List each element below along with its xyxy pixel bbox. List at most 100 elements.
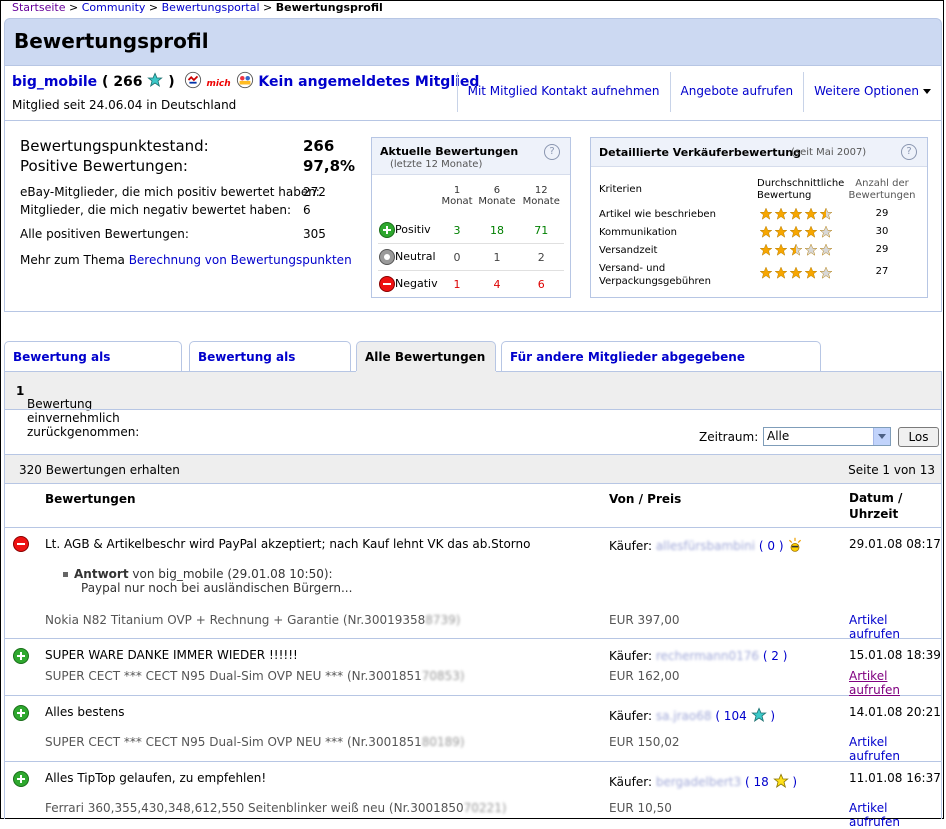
- bullet-icon: [63, 572, 68, 577]
- view-item-link[interactable]: Artikel aufrufen: [849, 735, 941, 763]
- item-title: SUPER CECT *** CECT N95 Dual-Sim OVP NEU…: [45, 669, 465, 683]
- me-page-icon[interactable]: mich: [206, 79, 230, 89]
- buyer-score[interactable]: ( 2 ): [763, 649, 788, 663]
- criterion-label: Versandzeit: [599, 245, 658, 256]
- star-icon: [774, 225, 788, 239]
- filter-bar: Zeitraum: Alle Los: [4, 409, 942, 455]
- period-label: Zeitraum:: [699, 430, 759, 444]
- view-item-link[interactable]: Artikel aufrufen: [849, 613, 941, 641]
- breadcrumb-portal[interactable]: Bewertungsportal: [162, 1, 260, 14]
- neg-6m: 4: [493, 277, 501, 291]
- neg-12m: 6: [537, 277, 545, 291]
- tab-all[interactable]: Alle Bewertungen: [356, 341, 496, 372]
- tab-buyer[interactable]: Bewertung als Käufer: [189, 341, 351, 394]
- star-icon: [819, 243, 833, 257]
- col-12-months: 12 Monate: [522, 185, 560, 207]
- member-score-close: ): [168, 74, 175, 90]
- star-icon: [819, 225, 833, 239]
- contact-member-link[interactable]: Mit Mitglied Kontakt aufnehmen: [456, 72, 670, 112]
- col-time-label: Uhrzeit: [849, 507, 899, 521]
- more-options-label: Weitere Optionen: [814, 84, 919, 98]
- col-from-price: Von / Preis: [609, 492, 682, 506]
- period-select[interactable]: Alle: [763, 427, 891, 446]
- criterion-label: Kommunikation: [599, 227, 678, 238]
- yellow-star-icon: [772, 773, 789, 792]
- star-rating: [759, 243, 834, 260]
- rating-date: 29.01.08 08:17: [849, 537, 941, 551]
- item-number-hidden: 70221): [463, 801, 507, 815]
- member-group-icon: [236, 71, 254, 93]
- buyer-name-link[interactable]: rechermann0176: [656, 649, 759, 663]
- buyer-score-close[interactable]: ): [792, 775, 797, 789]
- item-title-text: SUPER CECT *** CECT N95 Dual-Sim OVP NEU…: [45, 669, 422, 683]
- buyer-name-link[interactable]: bergadelbert3: [656, 775, 741, 789]
- criterion-label: Versand- und Verpackungsgebühren: [599, 263, 711, 287]
- col-ratings: Bewertungen: [45, 492, 136, 506]
- star-icon: [804, 207, 818, 221]
- rating-text: SUPER WARE DANKE IMMER WIEDER !!!!!!: [45, 648, 298, 662]
- item-price: EUR 10,50: [609, 801, 672, 815]
- positive-icon: [13, 648, 29, 664]
- buyer-score[interactable]: ( 104: [715, 709, 746, 723]
- help-icon[interactable]: ?: [544, 144, 560, 160]
- buyer-score[interactable]: ( 0 ): [759, 539, 784, 553]
- view-item-link[interactable]: Artikel aufrufen: [849, 801, 941, 829]
- row-neutral: Neutral 0 1 2: [378, 243, 564, 271]
- positive-icon-shape: [13, 705, 29, 721]
- not-logged-link[interactable]: Kein angemeldetes Mitglied: [258, 74, 479, 90]
- breadcrumb-sep: >: [263, 1, 273, 14]
- buyer-score-close[interactable]: ): [770, 709, 775, 723]
- tab-seller[interactable]: Bewertung als Verkäufer: [4, 341, 182, 394]
- received-count: 320 Bewertungen erhalten: [19, 463, 180, 477]
- pos-1m: 3: [438, 217, 476, 244]
- dropdown-arrow-icon[interactable]: [873, 428, 890, 445]
- criteria-header: Kriterien: [599, 184, 642, 195]
- all-pos-value: 305: [303, 227, 326, 241]
- tab-given[interactable]: Für andere Mitglieder abgegebene Bewertu…: [501, 341, 821, 394]
- view-item-link[interactable]: Artikel aufrufen: [849, 669, 941, 697]
- col-date-label: Datum /: [849, 491, 903, 505]
- buyer-name-link[interactable]: sa.jrao68: [656, 709, 712, 723]
- star-icon: [759, 266, 773, 280]
- star-icon: [789, 225, 803, 239]
- row-positive: Positiv 3 18 71: [378, 217, 564, 244]
- positive-label: Positive Bewertungen:: [20, 157, 188, 175]
- go-button[interactable]: Los: [898, 427, 939, 447]
- tab-underline: [496, 371, 942, 372]
- withdrawn-value: 1: [16, 384, 25, 398]
- seller-rating-box: Detaillierte Verkäuferbewertung (seit Ma…: [590, 137, 928, 298]
- item-title-text: SUPER CECT *** CECT N95 Dual-Sim OVP NEU…: [45, 735, 422, 749]
- neg-1m: 1: [453, 277, 461, 291]
- rating-date: 15.01.08 18:39: [849, 648, 941, 662]
- chevron-down-icon: [923, 89, 931, 94]
- star-rating: [759, 207, 834, 224]
- buyer-score[interactable]: ( 18: [745, 775, 769, 789]
- negative-icon: [379, 276, 395, 292]
- all-pos-label: Alle positiven Bewertungen:: [20, 227, 189, 241]
- rating-date: 14.01.08 20:21: [849, 705, 941, 719]
- rating-tabs: Bewertung als Verkäufer Bewertung als Kä…: [4, 341, 942, 394]
- tab-underline-left: [4, 371, 356, 372]
- current-ratings-subtitle: (letzte 12 Monate): [390, 159, 483, 170]
- item-title-text: Ferrari 360,355,430,348,612,550 Seitenbl…: [45, 801, 464, 815]
- view-offers-link[interactable]: Angebote aufrufen: [669, 72, 804, 112]
- buyer-info: Käufer: rechermann0176 ( 2 ): [609, 649, 787, 663]
- breadcrumb: Startseite > Community > Bewertungsporta…: [12, 1, 383, 14]
- rating-summary: Bewertungspunktestand: 266 Positive Bewer…: [4, 120, 942, 312]
- negative-icon-shape: [13, 536, 29, 552]
- username-link[interactable]: big_mobile: [12, 74, 97, 90]
- points-calc-link[interactable]: Berechnung von Bewertungspunkten: [129, 253, 352, 267]
- more-options-menu[interactable]: Weitere Optionen: [803, 72, 941, 112]
- item-number-hidden: 80189): [421, 735, 465, 749]
- buyer-name-link[interactable]: allesfürsbambini: [656, 539, 755, 553]
- breadcrumb-home[interactable]: Startseite: [12, 1, 66, 14]
- help-icon[interactable]: ?: [901, 144, 917, 160]
- buyer-info: Käufer: sa.jrao68 ( 104 ): [609, 707, 775, 726]
- breadcrumb-community[interactable]: Community: [82, 1, 146, 14]
- rating-text: Alles bestens: [45, 705, 125, 719]
- members-neg-label: Mitglieder, die mich negativ bewertet ha…: [20, 203, 292, 217]
- rating-text: Alles TipTop gelaufen, zu empfehlen!: [45, 771, 267, 785]
- star-rating: [759, 266, 834, 283]
- breadcrumb-current: Bewertungsprofil: [275, 1, 383, 14]
- buyer-info: Käufer: allesfürsbambini ( 0 ): [609, 537, 803, 556]
